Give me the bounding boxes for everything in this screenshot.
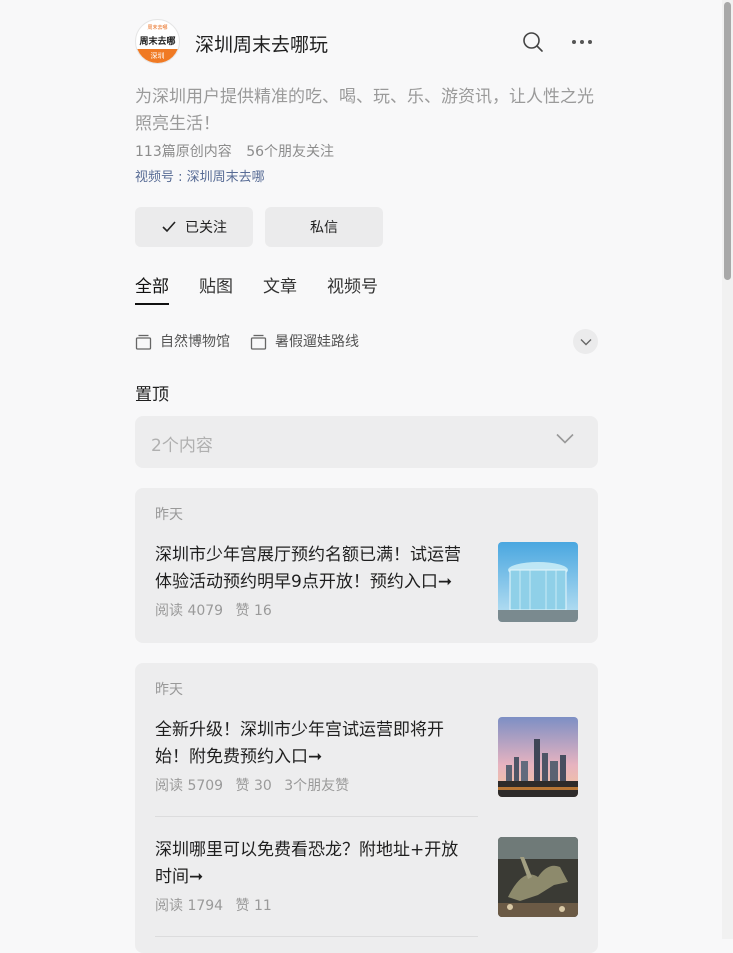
article-thumbnail[interactable]	[498, 837, 578, 917]
collection-icon	[250, 334, 267, 350]
more-button[interactable]	[568, 28, 596, 56]
expand-collections-button[interactable]	[573, 329, 598, 354]
article-meta: 阅读 4079 赞 16	[155, 600, 272, 620]
article-title[interactable]: 全新升级！深圳市少年宫试运营即将开始！附免费预约入口➞	[155, 717, 475, 771]
article-title[interactable]: 深圳市少年宫展厅预约名额已满！试运营体验活动预约明早9点开放！预约入口➞	[155, 542, 475, 596]
like-count: 赞 30	[235, 778, 272, 794]
chevron-down-icon	[580, 338, 591, 345]
like-count: 赞 11	[235, 898, 272, 914]
followed-label: 已关注	[185, 220, 227, 236]
content-tabs: 全部 贴图 文章 视频号	[135, 272, 408, 305]
pinned-count: 2个内容	[151, 436, 213, 456]
collection-label: 自然博物馆	[160, 334, 230, 350]
message-label: 私信	[310, 220, 338, 236]
pinned-dropdown[interactable]: 2个内容	[135, 416, 598, 468]
followed-button[interactable]: 已关注	[135, 207, 253, 247]
read-count: 阅读 5709	[155, 778, 224, 794]
collection-item[interactable]: 暑假遛娃路线	[250, 331, 359, 351]
collection-list: 自然博物馆 暑假遛娃路线	[135, 331, 379, 351]
scrollbar-thumb[interactable]	[724, 2, 731, 280]
collection-label: 暑假遛娃路线	[275, 334, 359, 350]
search-button[interactable]	[519, 28, 547, 56]
account-name: 深圳周末去哪玩	[195, 34, 329, 56]
article-divider	[155, 936, 478, 937]
collection-item[interactable]: 自然博物馆	[135, 331, 230, 351]
account-stats: 113篇原创内容 56个朋友关注	[135, 141, 334, 161]
card-date: 昨天	[155, 507, 183, 523]
channel-link[interactable]: 视频号 : 深圳周末去哪	[135, 166, 265, 185]
article-divider	[155, 816, 478, 817]
card-date: 昨天	[155, 682, 183, 698]
more-icon	[572, 40, 592, 44]
read-count: 阅读 1794	[155, 898, 224, 914]
thumbnail-image	[498, 837, 578, 917]
like-count: 赞 16	[235, 603, 272, 619]
article-thumbnail[interactable]	[498, 542, 578, 622]
logo-text-city: 深圳	[136, 49, 179, 63]
logo-text-top: 周末去哪	[147, 25, 168, 31]
article-card: 昨天 深圳市少年宫展厅预约名额已满！试运营体验活动预约明早9点开放！预约入口➞ …	[135, 488, 598, 643]
article-thumbnail[interactable]	[498, 717, 578, 797]
tab-all[interactable]: 全部	[135, 272, 169, 305]
account-description: 为深圳用户提供精准的吃、喝、玩、乐、游资讯，让人性之光照亮生活！	[135, 87, 594, 134]
article-title[interactable]: 深圳哪里可以免费看恐龙？附地址+开放时间➞	[155, 837, 475, 891]
original-count: 113篇原创内容	[135, 144, 232, 160]
message-button[interactable]: 私信	[265, 207, 383, 247]
tab-channels[interactable]: 视频号	[327, 272, 378, 305]
account-avatar[interactable]: 周末去哪 周末去哪 深圳	[135, 19, 180, 64]
article-meta: 阅读 1794 赞 11	[155, 895, 272, 915]
pinned-title: 置顶	[135, 385, 169, 405]
tab-images[interactable]: 贴图	[199, 272, 233, 305]
thumbnail-image	[498, 717, 578, 797]
read-count: 阅读 4079	[155, 603, 224, 619]
friends-like-count: 3个朋友赞	[284, 778, 350, 794]
search-icon	[523, 32, 543, 52]
article-card: 昨天 全新升级！深圳市少年宫试运营即将开始！附免费预约入口➞ 阅读 5709 赞…	[135, 663, 598, 953]
friends-follow-count[interactable]: 56个朋友关注	[246, 144, 334, 160]
collection-icon	[135, 334, 152, 350]
chevron-down-icon	[556, 433, 574, 444]
check-icon	[162, 221, 176, 233]
tab-articles[interactable]: 文章	[263, 272, 297, 305]
thumbnail-image	[498, 542, 578, 622]
article-meta: 阅读 5709 赞 30 3个朋友赞	[155, 775, 349, 795]
logo-text-main: 周末去哪	[139, 37, 176, 47]
